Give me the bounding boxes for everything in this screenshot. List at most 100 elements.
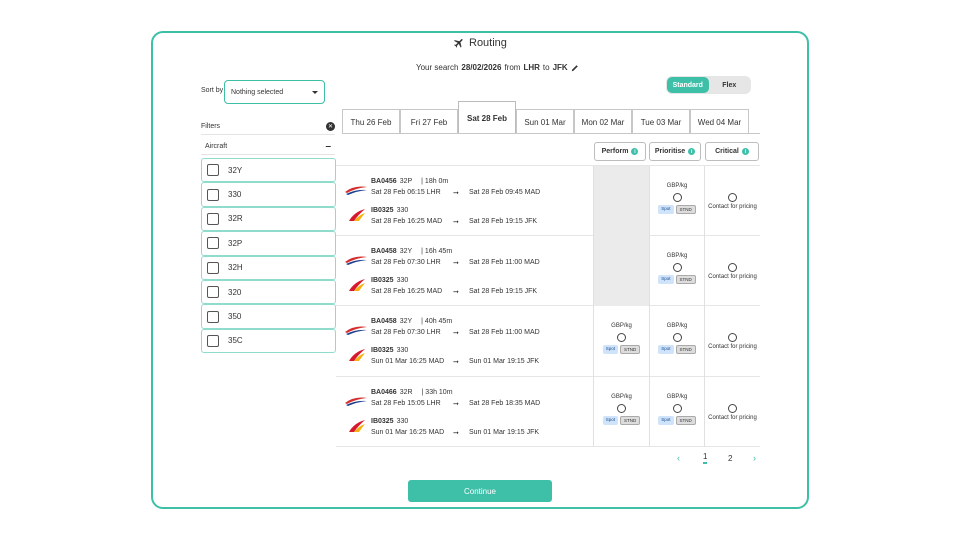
price-unit: GBP/kg [666, 252, 688, 259]
price-cell: GBP/kg Spot STND [649, 166, 704, 237]
page-title: Routing [453, 35, 507, 51]
price-cell: GBP/kg Spot STND [593, 306, 649, 377]
route-row: BA0466 32R | 33h 10m Sat 28 Feb 15:05 LHR ➞… [336, 376, 760, 447]
iberia-logo [349, 419, 365, 432]
column-header-critical[interactable]: Critical i [705, 142, 759, 161]
price-unit: GBP/kg [666, 323, 688, 329]
routes-table: BA0456 32P | 18h 0m Sat 28 Feb 06:15 LHR ➞ S… [336, 165, 760, 447]
price-radio[interactable] [672, 262, 682, 272]
tab-date[interactable]: Wed 04 Mar [690, 109, 749, 134]
mode-toggle[interactable]: Standard Flex [666, 76, 751, 94]
price-unit: GBP/kg [611, 323, 632, 329]
tab-date[interactable]: Sun 01 Mar [516, 109, 574, 134]
info-icon[interactable]: i [631, 148, 639, 155]
arrow-right-icon: ➞ [453, 429, 459, 437]
checkbox[interactable] [207, 237, 219, 250]
leg-2: IB0325 330 Sat 28 Feb 16:25 MAD ➞ Sat 28 Fe… [371, 207, 538, 226]
stnd-tag: STND [675, 274, 696, 284]
date-tabs: Thu 26 Feb Fri 27 Feb Sat 28 Feb Sun 01 … [342, 101, 749, 134]
price-radio[interactable] [672, 193, 682, 202]
aircraft-option[interactable]: 330 [201, 182, 336, 207]
column-header-perform[interactable]: Perform i [594, 142, 646, 161]
spot-tag: Spot [658, 205, 674, 214]
arrow-right-icon: ➞ [453, 330, 459, 337]
tab-date[interactable]: Tue 03 Mar [632, 109, 690, 134]
sort-select[interactable]: Nothing selected [224, 80, 325, 104]
tab-date[interactable]: Thu 26 Feb [342, 109, 400, 134]
british-airways-logo [345, 256, 367, 265]
british-airways-logo [345, 326, 367, 335]
perform-unavailable-cell [593, 235, 649, 306]
critical-radio[interactable] [728, 403, 737, 413]
aircraft-option[interactable]: 320 [201, 279, 336, 305]
critical-radio[interactable] [728, 333, 737, 342]
aircraft-option[interactable]: 32P [201, 231, 336, 256]
iberia-logo [349, 209, 365, 221]
flex-toggle-option[interactable]: Flex [709, 77, 751, 93]
critical-radio[interactable] [728, 193, 737, 202]
info-icon[interactable]: i [741, 148, 749, 155]
aircraft-option[interactable]: 32Y [201, 158, 336, 183]
aircraft-option[interactable]: 35C [201, 328, 336, 354]
tab-date[interactable]: Fri 27 Feb [400, 109, 458, 134]
contact-for-pricing: Contact for pricing [708, 273, 757, 280]
checkbox[interactable] [207, 286, 219, 299]
checkbox[interactable] [207, 164, 219, 177]
contact-for-pricing: Contact for pricing [708, 414, 757, 421]
checkbox[interactable] [207, 334, 219, 347]
spot-tag: Spot [602, 415, 618, 425]
tab-divider [342, 133, 760, 134]
leg-1: BA0458 32Y | 16h 45m Sat 28 Feb 07:30 LHR ➞… [371, 247, 540, 267]
arrow-right-icon: ➞ [453, 190, 459, 197]
price-radio[interactable] [617, 333, 626, 342]
checkbox[interactable] [207, 310, 219, 323]
info-icon[interactable]: i [688, 148, 696, 155]
iberia-logo [349, 278, 365, 291]
clear-filters-icon[interactable]: ✕ [326, 122, 335, 131]
stnd-tag: STND [675, 205, 696, 214]
price-radio[interactable] [617, 403, 626, 413]
arrow-right-icon: ➞ [453, 359, 459, 366]
leg-1: BA0456 32P | 18h 0m Sat 28 Feb 06:15 LHR ➞ S… [371, 178, 541, 197]
price-cell: GBP/kg Spot STND [649, 376, 704, 447]
aircraft-option[interactable]: 32R [201, 206, 336, 232]
price-cell: GBP/kg Spot STND [649, 235, 704, 306]
leg-2: IB0325 330 Sun 01 Mar 16:25 MAD ➞ Sun 01 Ma… [371, 347, 540, 366]
arrow-right-icon: ➞ [453, 288, 459, 296]
page-1[interactable]: 1 [703, 452, 708, 464]
arrow-right-icon: ➞ [453, 400, 459, 408]
route-row: BA0456 32P | 18h 0m Sat 28 Feb 06:15 LHR ➞ S… [336, 165, 760, 237]
continue-button[interactable]: Continue [408, 480, 552, 502]
aircraft-option[interactable]: 350 [201, 304, 336, 329]
tab-date-selected[interactable]: Sat 28 Feb [458, 101, 516, 134]
price-radio[interactable] [672, 403, 682, 413]
price-unit: GBP/kg [666, 393, 688, 400]
checkbox[interactable] [207, 188, 219, 201]
aircraft-filter-header[interactable]: Aircraft – [201, 139, 335, 155]
column-header-prioritise[interactable]: Prioritise i [649, 142, 701, 161]
leg-2: IB0325 330 Sun 01 Mar 16:25 MAD ➞ Sun 01 Ma… [371, 417, 540, 437]
airplane-icon [454, 39, 463, 48]
price-radio[interactable] [672, 333, 682, 342]
page-2[interactable]: 2 [728, 454, 732, 463]
checkbox[interactable] [207, 261, 219, 274]
aircraft-option[interactable]: 32H [201, 255, 336, 280]
price-unit: GBP/kg [666, 183, 688, 189]
chevron-right-icon[interactable]: › [753, 453, 756, 463]
standard-toggle-option[interactable]: Standard [667, 77, 709, 93]
tab-date[interactable]: Mon 02 Mar [574, 109, 632, 134]
route-row: BA0458 32Y | 40h 45m Sat 28 Feb 07:30 LHR ➞… [336, 306, 760, 377]
contact-for-pricing: Contact for pricing [708, 204, 757, 210]
edit-pencil-icon[interactable] [571, 64, 579, 72]
pagination: ‹ 1 2 › [677, 451, 763, 465]
filters-header: Filters ✕ [201, 119, 335, 135]
critical-radio[interactable] [728, 262, 737, 272]
chevron-left-icon[interactable]: ‹ [677, 453, 680, 463]
stnd-tag: STND [620, 415, 641, 425]
critical-cell: Contact for pricing [704, 235, 760, 306]
contact-for-pricing: Contact for pricing [708, 344, 757, 350]
aircraft-filter-list: 32Y 330 32R 32P 32H 320 350 35C [201, 158, 336, 354]
collapse-icon[interactable]: – [325, 141, 331, 152]
leg-1: BA0466 32R | 33h 10m Sat 28 Feb 15:05 LHR ➞… [371, 388, 541, 408]
checkbox[interactable] [207, 212, 219, 225]
